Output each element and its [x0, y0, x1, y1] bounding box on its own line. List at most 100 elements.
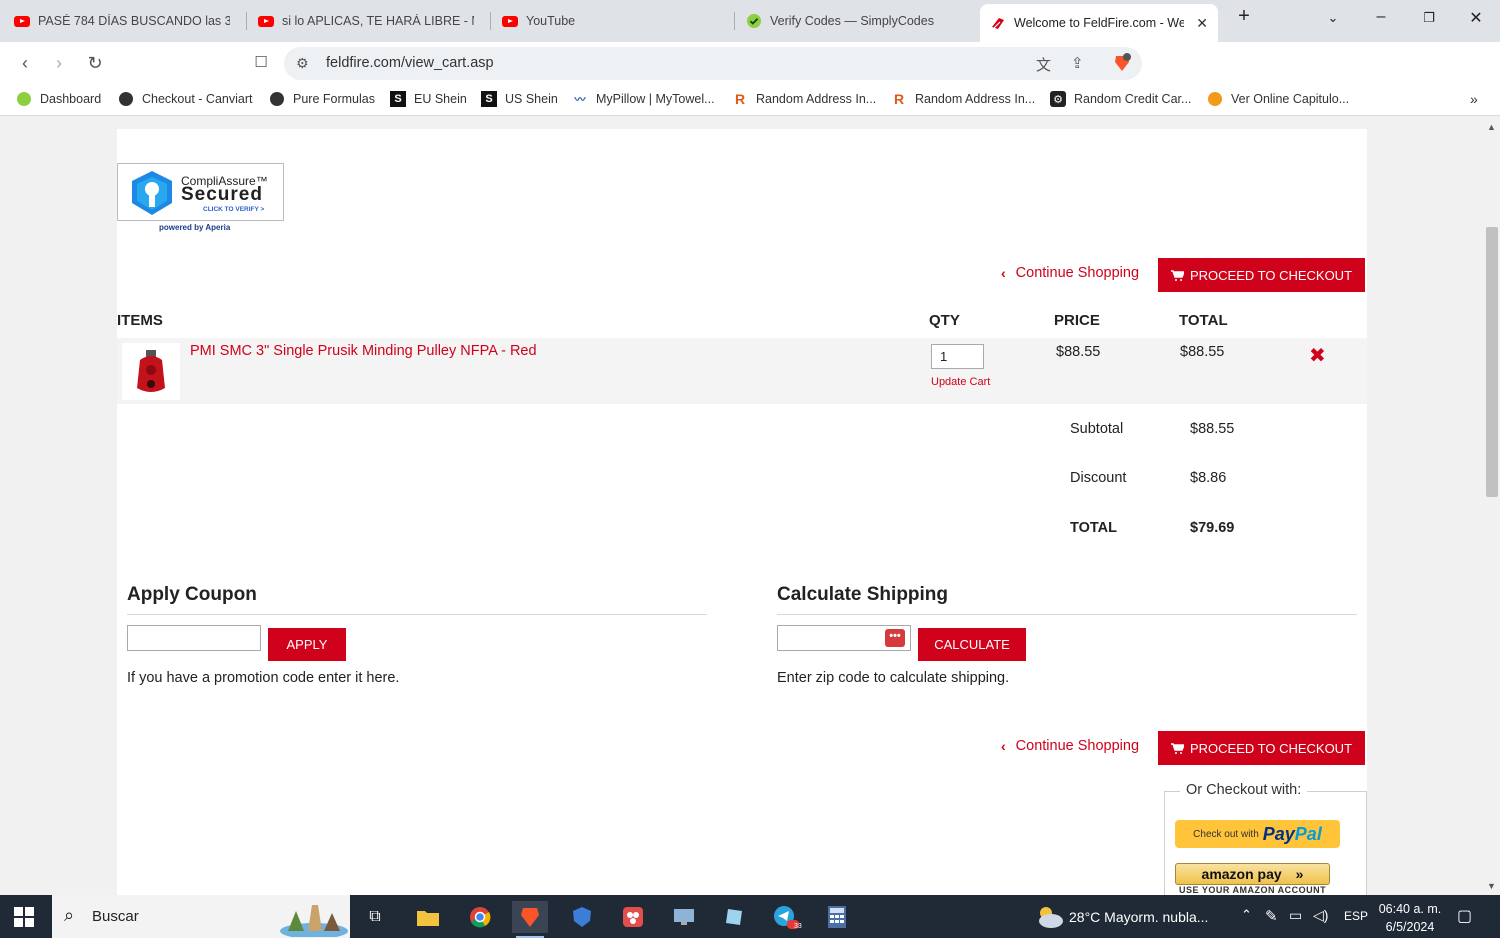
product-name-link[interactable]: PMI SMC 3" Single Prusik Minding Pulley …: [190, 343, 537, 359]
pen-icon[interactable]: ✎: [1265, 907, 1278, 925]
alt-checkout-legend: Or Checkout with:: [1180, 782, 1308, 798]
tab-title: Verify Codes — SimplyCodes: [770, 14, 934, 28]
tab-search-chevron-icon[interactable]: ⌄: [1318, 10, 1348, 26]
tab-youtube-2[interactable]: si lo APLICAS, TE HARÁ LIBRE - New: [248, 4, 484, 38]
tab-title: Welcome to FeldFire.com - We: [1014, 16, 1184, 30]
r-logo-icon: R: [734, 91, 746, 107]
bookmark-random-address-2[interactable]: R Random Address In...: [891, 91, 1035, 107]
restore-icon[interactable]: ❐: [1414, 10, 1444, 26]
update-cart-link[interactable]: Update Cart: [931, 376, 990, 388]
apply-coupon-button[interactable]: APPLY: [268, 628, 346, 661]
new-tab-icon[interactable]: +: [1229, 5, 1259, 28]
double-chevron-icon: »: [1295, 866, 1304, 882]
bookmark-pure-formulas[interactable]: Pure Formulas: [269, 91, 375, 107]
product-thumbnail[interactable]: [122, 343, 180, 400]
telegram-badge: 33: [794, 923, 802, 930]
more-bookmarks-icon[interactable]: »: [1470, 91, 1478, 107]
bookmark-random-address-1[interactable]: R Random Address In...: [732, 91, 876, 107]
reload-icon[interactable]: ↻: [82, 51, 108, 75]
notes-app-icon[interactable]: [716, 901, 752, 933]
search-icon: ⌕: [64, 905, 75, 925]
amazon-pay-button[interactable]: amazon pay »: [1175, 863, 1330, 885]
subtotal-label: Subtotal: [1070, 421, 1124, 437]
translate-icon[interactable]: 文: [1036, 54, 1051, 75]
task-view-icon[interactable]: ⧉: [357, 901, 393, 933]
bookmark-ver-online[interactable]: Ver Online Capitulo...: [1207, 91, 1349, 107]
language-indicator[interactable]: ESP: [1344, 909, 1368, 923]
continue-shopping-link-bottom[interactable]: ‹ Continue Shopping: [1001, 738, 1139, 754]
bookmark-dashboard[interactable]: Dashboard: [16, 91, 101, 107]
network-icon[interactable]: ▭: [1289, 907, 1302, 924]
feldfire-icon: [990, 15, 1006, 31]
shield-keyhole-icon: [132, 171, 172, 215]
close-window-icon[interactable]: ✕: [1461, 8, 1491, 28]
vpn-app-icon[interactable]: [564, 901, 600, 933]
brave-taskbar-icon[interactable]: [512, 901, 548, 938]
close-tab-icon[interactable]: ✕: [1196, 15, 1208, 32]
zip-code-input[interactable]: •••: [777, 625, 911, 651]
calculate-shipping-button[interactable]: CALCULATE: [918, 628, 1026, 661]
amazon-pay-subtitle: USE YOUR AMAZON ACCOUNT: [1179, 885, 1327, 895]
back-icon[interactable]: ‹: [12, 51, 38, 75]
paypal-checkout-button[interactable]: Check out with PayPal: [1175, 820, 1340, 848]
remote-desktop-icon[interactable]: [666, 901, 702, 933]
chrome-icon[interactable]: [462, 901, 498, 933]
coupon-code-input[interactable]: [127, 625, 261, 651]
cart-icon: [1170, 269, 1184, 281]
continue-shopping-link-top[interactable]: ‹ Continue Shopping: [1001, 265, 1139, 281]
tab-youtube-3[interactable]: YouTube: [492, 4, 728, 38]
bookmark-canviart[interactable]: Checkout - Canviart: [118, 91, 252, 107]
tab-feldfire-active[interactable]: Welcome to FeldFire.com - We ✕: [980, 4, 1218, 42]
windows-start-icon[interactable]: [14, 907, 34, 927]
youtube-icon: [14, 13, 30, 29]
quantity-input[interactable]: 1: [931, 344, 984, 369]
bookmark-mypillow[interactable]: 〰 MyPillow | MyTowel...: [572, 91, 715, 107]
weather-text[interactable]: 28°C Mayorm. nubla...: [1069, 909, 1208, 925]
notifications-icon[interactable]: ▢: [1457, 906, 1472, 926]
system-clock[interactable]: 06:40 a. m. 6/5/2024: [1370, 900, 1450, 936]
simplycodes-icon: [16, 91, 32, 107]
bookmark-icon[interactable]: ☐: [248, 51, 274, 75]
total-header: TOTAL: [1179, 312, 1228, 329]
share-icon[interactable]: ⇪: [1071, 54, 1084, 72]
cart-icon: [1170, 742, 1184, 754]
youtube-icon: [502, 13, 518, 29]
scroll-down-icon[interactable]: ▼: [1487, 881, 1496, 891]
site-settings-icon[interactable]: ⚙: [296, 55, 309, 72]
file-explorer-icon[interactable]: [410, 901, 446, 933]
items-header: ITEMS: [117, 312, 163, 329]
search-highlight-illustration: [280, 905, 348, 937]
bookmark-random-credit-card[interactable]: ⚙ Random Credit Car...: [1050, 91, 1191, 107]
app-red-icon[interactable]: [615, 901, 651, 933]
minimize-icon[interactable]: –: [1366, 8, 1396, 26]
orange-circle-icon: [1207, 91, 1223, 107]
compliassure-seal[interactable]: CompliAssure™ Secured CLICK TO VERIFY >: [117, 163, 284, 221]
volume-icon[interactable]: ◁): [1313, 907, 1328, 924]
globe-icon: [118, 91, 134, 107]
address-bar[interactable]: ⚙ feldfire.com/view_cart.asp 文 ⇪: [284, 47, 1142, 80]
chevron-left-icon: ‹: [1001, 738, 1006, 754]
bookmark-us-shein[interactable]: S US Shein: [481, 91, 558, 107]
password-manager-icon[interactable]: •••: [885, 629, 905, 647]
calculator-icon[interactable]: [819, 901, 855, 933]
seal-verify-link[interactable]: CLICK TO VERIFY >: [203, 206, 264, 213]
weather-cloud-icon[interactable]: [1034, 904, 1064, 930]
telegram-icon[interactable]: 33: [768, 901, 804, 933]
cart-item-row: PMI SMC 3" Single Prusik Minding Pulley …: [117, 338, 1367, 404]
proceed-to-checkout-button-bottom[interactable]: PROCEED TO CHECKOUT: [1158, 731, 1365, 765]
page-scrollbar[interactable]: ▲ ▼: [1484, 117, 1500, 895]
taskbar-search[interactable]: ⌕ Buscar: [52, 895, 350, 938]
bookmark-eu-shein[interactable]: S EU Shein: [390, 91, 467, 107]
tab-simplycodes[interactable]: Verify Codes — SimplyCodes: [736, 4, 972, 38]
subtotal-value: $88.55: [1190, 421, 1235, 437]
show-hidden-icons-chevron-icon[interactable]: ⌃: [1241, 907, 1252, 923]
tab-youtube-1[interactable]: PASÉ 784 DÍAS BUSCANDO las 300: [4, 4, 240, 38]
remove-item-icon[interactable]: ✖: [1309, 343, 1326, 368]
scroll-up-icon[interactable]: ▲: [1487, 122, 1496, 132]
brave-shields-icon[interactable]: [1112, 53, 1132, 73]
proceed-to-checkout-button-top[interactable]: PROCEED TO CHECKOUT: [1158, 258, 1365, 292]
forward-icon[interactable]: ›: [46, 51, 72, 75]
qty-header: QTY: [929, 312, 960, 329]
calculate-shipping-title: Calculate Shipping: [777, 584, 949, 605]
scrollbar-thumb[interactable]: [1486, 227, 1498, 497]
